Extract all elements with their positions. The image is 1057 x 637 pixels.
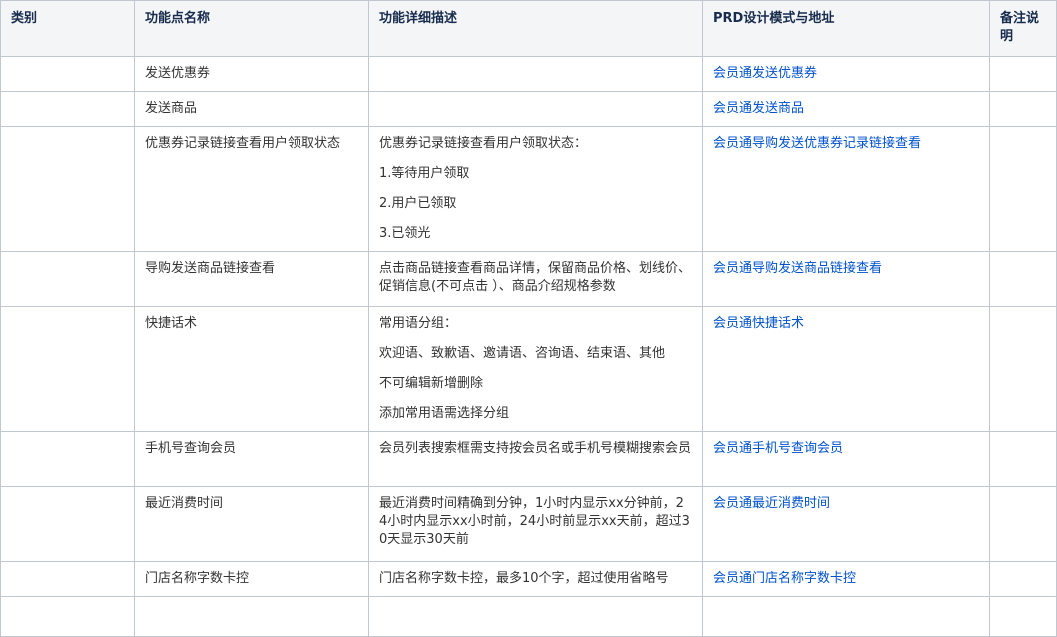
cell-prd-design: 会员通发送商品 [702, 91, 990, 127]
cell-prd-design: 会员通导购发送优惠券记录链接查看 [702, 126, 990, 252]
cell-category [0, 91, 135, 127]
description-line: 点击商品链接查看商品详情，保留商品价格、划线价、促销信息(不可点击 ）、商品介绍… [379, 261, 692, 294]
cell-feature-name: 导购发送商品链接查看 [134, 251, 369, 307]
prd-link[interactable]: 会员通门店名称字数卡控 [713, 571, 856, 586]
table-row: 最近消费时间 最近消费时间精确到分钟，1小时内显示xx分钟前，24小时内显示xx小… [0, 486, 1057, 562]
cell-feature-description: 点击商品链接查看商品详情，保留商品价格、划线价、促销信息(不可点击 ）、商品介绍… [368, 251, 703, 307]
header-remarks: 备注说明 [989, 0, 1057, 57]
header-category: 类别 [0, 0, 135, 57]
description-line: 2.用户已领取 [379, 196, 457, 211]
description-line: 最近消费时间精确到分钟，1小时内显示xx分钟前，24小时内显示xx小时前，24小… [379, 496, 690, 547]
cell-remarks [989, 306, 1057, 432]
description-line: 门店名称字数卡控，最多10个字，超过使用省略号 [379, 571, 669, 586]
description-line: 1.等待用户领取 [379, 166, 470, 181]
cell-remarks [989, 56, 1057, 92]
cell-feature-description [368, 56, 703, 92]
cell-remarks [989, 126, 1057, 252]
cell-feature-description: 门店名称字数卡控，最多10个字，超过使用省略号 [368, 561, 703, 597]
cell-feature-description: 最近消费时间精确到分钟，1小时内显示xx分钟前，24小时内显示xx小时前，24小… [368, 486, 703, 562]
header-prd-design: PRD设计模式与地址 [702, 0, 990, 57]
prd-link[interactable]: 会员通发送优惠券 [713, 66, 817, 81]
cell-feature-name: 优惠券记录链接查看用户领取状态 [134, 126, 369, 252]
table-row: 优惠券记录链接查看用户领取状态 优惠券记录链接查看用户领取状态： 1.等待用户领取 2… [0, 126, 1057, 252]
cell-prd-design: 会员通发送优惠券 [702, 56, 990, 92]
cell-category [0, 251, 135, 307]
cell-feature-name: 门店名称字数卡控 [134, 561, 369, 597]
cell-prd-design: 会员通导购发送商品链接查看 [702, 251, 990, 307]
table-row: 手机号查询会员 会员列表搜索框需支持按会员名或手机号模糊搜索会员 会员通手机号查询会… [0, 431, 1057, 487]
cell-prd-design: 会员通门店名称字数卡控 [702, 561, 990, 597]
header-feature-name: 功能点名称 [134, 0, 369, 57]
description-line: 欢迎语、致歉语、邀请语、咨询语、结束语、其他 [379, 346, 666, 361]
cell-category [0, 306, 135, 432]
description-line: 常用语分组： [379, 316, 458, 331]
prd-link[interactable]: 会员通手机号查询会员 [713, 441, 843, 456]
cell-feature-description: 优惠券记录链接查看用户领取状态： 1.等待用户领取 2.用户已领取 3.已领光 [368, 126, 703, 252]
table-row: 导购发送商品链接查看 点击商品链接查看商品详情，保留商品价格、划线价、促销信息(不… [0, 251, 1057, 307]
prd-link[interactable]: 会员通导购发送商品链接查看 [713, 261, 882, 276]
cell-prd-design: 会员通手机号查询会员 [702, 431, 990, 487]
cell-category [0, 56, 135, 92]
cell-feature-name: 最近消费时间 [134, 486, 369, 562]
description-line: 会员列表搜索框需支持按会员名或手机号模糊搜索会员 [379, 441, 692, 456]
description-line: 优惠券记录链接查看用户领取状态： [379, 136, 588, 151]
prd-link[interactable]: 会员通最近消费时间 [713, 496, 830, 511]
prd-feature-table: 类别 功能点名称 功能详细描述 PRD设计模式与地址 备注说明 发送优惠券会员通… [0, 0, 1057, 637]
cell-feature-description: 会员列表搜索框需支持按会员名或手机号模糊搜索会员 [368, 431, 703, 487]
table-row: 发送商品 会员通发送商品 [0, 91, 1057, 127]
description-line: 不可编辑新增删除 [379, 376, 484, 391]
prd-link[interactable]: 会员通导购发送优惠券记录链接查看 [713, 136, 921, 151]
cell-category [0, 486, 135, 562]
table-header-row: 类别 功能点名称 功能详细描述 PRD设计模式与地址 备注说明 [0, 0, 1057, 57]
cell-remarks [989, 431, 1057, 487]
cell-feature-description: 常用语分组： 欢迎语、致歉语、邀请语、咨询语、结束语、其他 不可编辑新增删除添加常用… [368, 306, 703, 432]
cell-remarks [989, 486, 1057, 562]
cell-category [0, 126, 135, 252]
description-line: 3.已领光 [379, 226, 431, 241]
cell-feature-name: 手机号查询会员 [134, 431, 369, 487]
prd-link[interactable]: 会员通发送商品 [713, 101, 804, 116]
cell-remarks [989, 251, 1057, 307]
cell-feature-name: 快捷话术 [134, 306, 369, 432]
cell-remarks [989, 91, 1057, 127]
prd-link[interactable]: 会员通快捷话术 [713, 316, 804, 331]
description-line: 添加常用语需选择分组 [379, 406, 510, 421]
cell-category [0, 561, 135, 597]
table-row: 快捷话术 常用语分组： 欢迎语、致歉语、邀请语、咨询语、结束语、其他 不可编辑新增删除… [0, 306, 1057, 432]
cell-feature-description [368, 91, 703, 127]
cell-feature-name: 发送优惠券 [134, 56, 369, 92]
table-row: 发送优惠券 会员通发送优惠券 [0, 56, 1057, 92]
cell-prd-design: 会员通快捷话术 [702, 306, 990, 432]
cell-prd-design: 会员通最近消费时间 [702, 486, 990, 562]
cell-feature-name: 发送商品 [134, 91, 369, 127]
cell-category [0, 431, 135, 487]
cell-remarks [989, 561, 1057, 597]
table-body: 发送优惠券 会员通发送优惠券发送商品 会员通发送商品优惠券记录链接查看用户领取状态优… [0, 56, 1057, 637]
header-feature-description: 功能详细描述 [368, 0, 703, 57]
table-row: 门店名称字数卡控 门店名称字数卡控，最多10个字，超过使用省略号 会员通门店名称字数… [0, 561, 1057, 597]
